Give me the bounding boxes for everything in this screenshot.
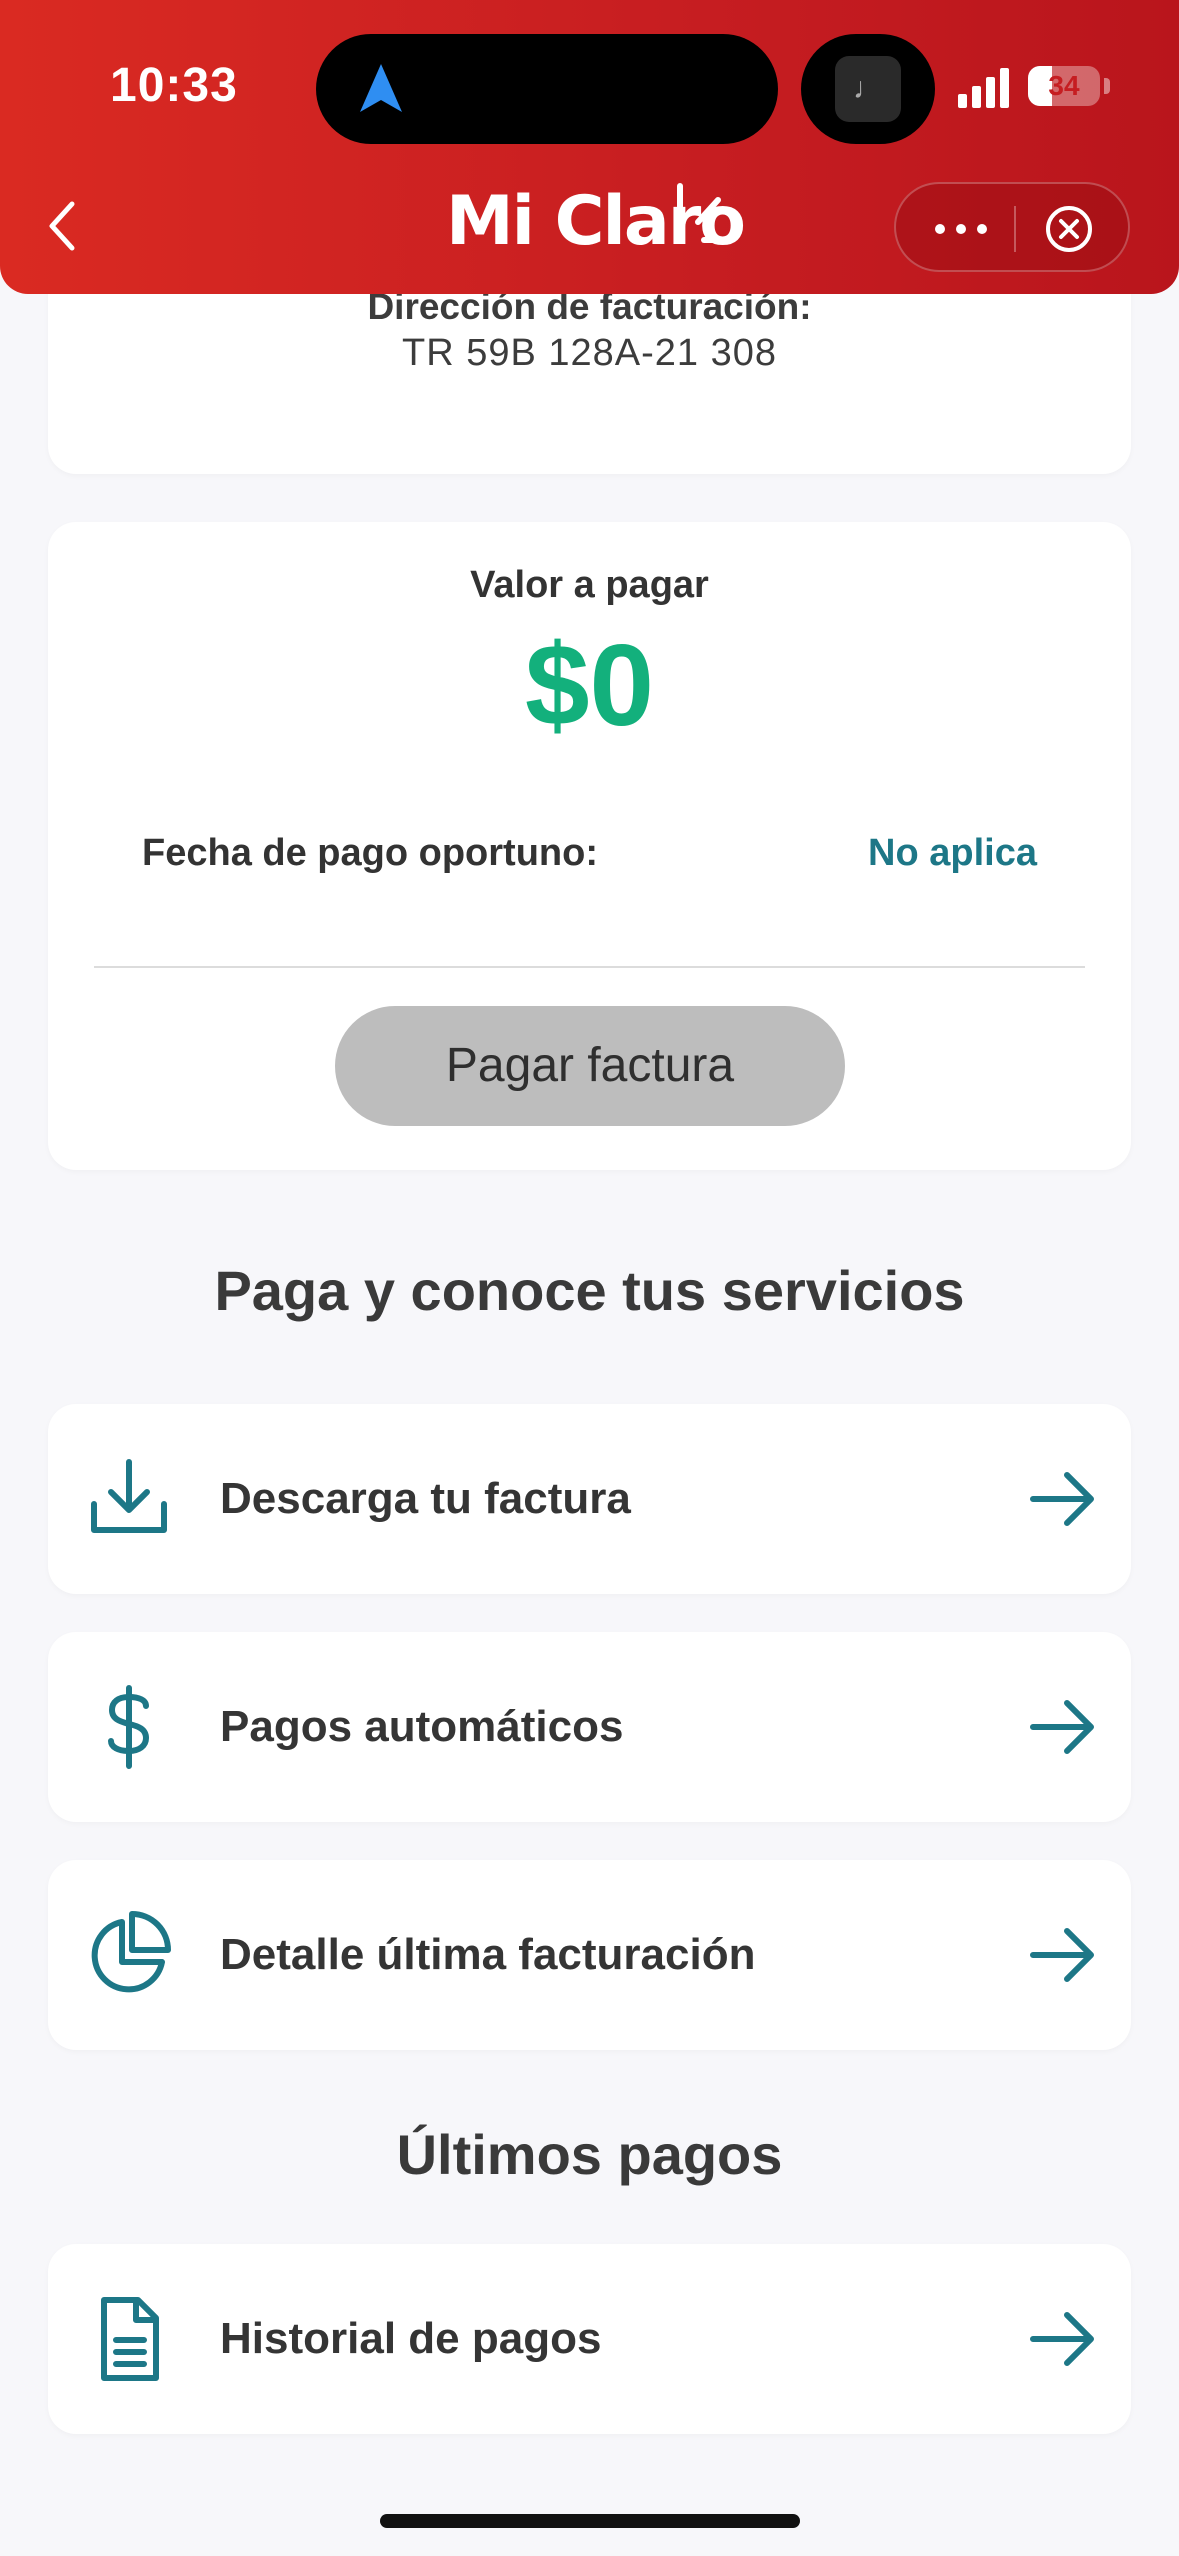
signal-icon xyxy=(958,68,1009,108)
payment-card: Valor a pagar $0 Fecha de pago oportuno:… xyxy=(48,522,1131,1170)
payment-history-item[interactable]: Historial de pagos xyxy=(48,2244,1131,2434)
last-billing-detail-item[interactable]: Detalle última facturación xyxy=(48,1860,1131,2050)
brand-rays-icon xyxy=(677,183,733,243)
status-time: 10:33 xyxy=(110,59,238,112)
menu-item-label: Pagos automáticos xyxy=(220,1702,624,1751)
app-header: 10:33 ♩ 34 Mi Claro xyxy=(0,0,1179,294)
dollar-icon xyxy=(108,1685,150,1769)
battery-icon: 34 xyxy=(1028,66,1100,106)
download-invoice-item[interactable]: Descarga tu factura xyxy=(48,1404,1131,1594)
home-indicator[interactable] xyxy=(380,2514,800,2528)
divider xyxy=(94,966,1085,968)
menu-item-label: Descarga tu factura xyxy=(220,1474,631,1523)
automatic-payments-item[interactable]: Pagos automáticos xyxy=(48,1632,1131,1822)
close-icon[interactable] xyxy=(1042,202,1096,256)
menu-item-label: Detalle última facturación xyxy=(220,1930,756,1979)
music-note-icon: ♩ xyxy=(835,56,901,122)
dynamic-island-activity: ♩ xyxy=(801,34,935,144)
due-date-label: Fecha de pago oportuno: xyxy=(142,832,598,874)
back-icon[interactable] xyxy=(38,196,88,256)
due-date-value: No aplica xyxy=(868,832,1037,874)
dynamic-island xyxy=(316,34,778,144)
arrow-right-icon xyxy=(1030,1928,1094,1982)
navigation-arrow-icon xyxy=(360,64,402,112)
pie-chart-icon xyxy=(91,1911,171,1993)
download-icon xyxy=(91,1459,167,1533)
arrow-right-icon xyxy=(1030,2312,1094,2366)
menu-item-label: Historial de pagos xyxy=(220,2314,602,2363)
last-payments-section-title: Últimos pagos xyxy=(396,2123,783,2186)
arrow-right-icon xyxy=(1030,1700,1094,1754)
document-icon xyxy=(101,2297,159,2381)
more-icon[interactable] xyxy=(926,206,996,252)
services-section-title: Paga y conoce tus servicios xyxy=(214,1259,965,1322)
battery-level: 34 xyxy=(1048,70,1080,101)
billing-address-value: TR 59B 128A-21 308 xyxy=(401,332,777,374)
mini-app-capsule xyxy=(894,182,1130,272)
arrow-right-icon xyxy=(1030,1472,1094,1526)
amount-value: $0 xyxy=(524,620,655,750)
pay-invoice-button[interactable]: Pagar factura xyxy=(335,1006,845,1126)
amount-label: Valor a pagar xyxy=(470,564,709,606)
